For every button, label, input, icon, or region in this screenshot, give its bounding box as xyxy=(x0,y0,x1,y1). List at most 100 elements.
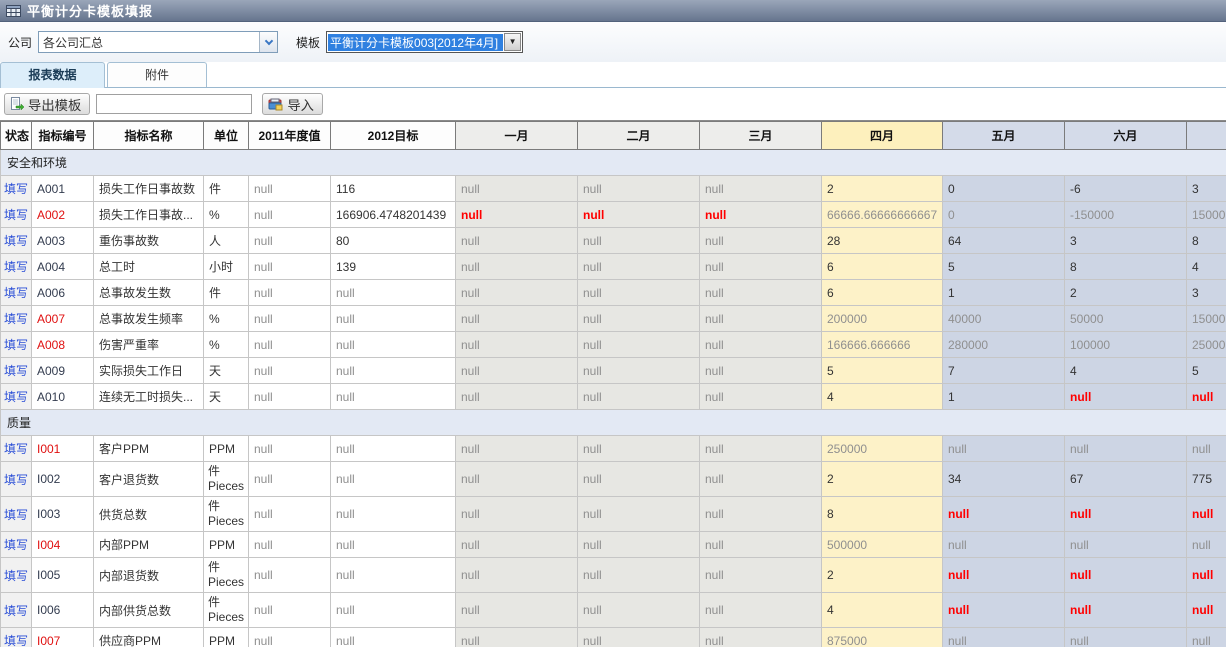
month-cell: null xyxy=(1065,497,1187,532)
month-cell: null xyxy=(700,306,822,332)
fill-link[interactable]: 填写 xyxy=(4,634,28,647)
import-file-input[interactable] xyxy=(96,94,252,114)
fill-link[interactable]: 填写 xyxy=(4,442,28,456)
company-select[interactable]: 各公司汇总 xyxy=(38,31,278,53)
scorecard-grid: 状态 指标编号 指标名称 单位 2011年度值 2012目标 一月 二月 三月 … xyxy=(0,120,1226,647)
unit-cell: PPM xyxy=(204,628,249,647)
name-cell: 客户退货数 xyxy=(94,462,204,497)
month-cell: null xyxy=(700,176,822,202)
fill-link[interactable]: 填写 xyxy=(4,260,28,274)
month-cell: 6 xyxy=(822,254,943,280)
code-cell: I004 xyxy=(32,532,94,558)
name-cell: 连续无工时损失... xyxy=(94,384,204,410)
status-cell: 填写 xyxy=(1,332,32,358)
month-cell: null xyxy=(578,628,700,647)
month-cell: 250000 xyxy=(822,436,943,462)
month-cell: null xyxy=(456,254,578,280)
month-cell: null xyxy=(578,384,700,410)
unit-cell: 件 xyxy=(204,280,249,306)
fill-link[interactable]: 填写 xyxy=(4,182,28,196)
table-row: 填写A001损失工作日事故数件null116nullnullnull20-63 xyxy=(1,176,1226,202)
col-header-jul xyxy=(1187,122,1226,150)
month-cell: null xyxy=(700,332,822,358)
template-dropdown-button[interactable]: ▼ xyxy=(504,33,521,51)
unit-cell: 件 Pieces xyxy=(204,462,249,497)
month-cell: -6 xyxy=(1065,176,1187,202)
code-cell: A010 xyxy=(32,384,94,410)
table-row: 填写A004总工时小时null139nullnullnull6584 xyxy=(1,254,1226,280)
month-cell: null xyxy=(1187,532,1226,558)
table-row: 填写I007供应商PPMPPMnullnullnullnullnull87500… xyxy=(1,628,1226,647)
month-cell: null xyxy=(700,497,822,532)
month-cell: 4 xyxy=(822,384,943,410)
fill-link[interactable]: 填写 xyxy=(4,508,28,522)
month-cell: null xyxy=(700,436,822,462)
fill-link[interactable]: 填写 xyxy=(4,473,28,487)
fill-link[interactable]: 填写 xyxy=(4,338,28,352)
month-cell: null xyxy=(943,558,1065,593)
month-cell: 50000 xyxy=(1065,306,1187,332)
y2011-cell: null xyxy=(249,332,331,358)
name-cell: 总事故发生频率 xyxy=(94,306,204,332)
month-cell: 2 xyxy=(822,558,943,593)
target-cell: 80 xyxy=(331,228,456,254)
target-cell: null xyxy=(331,593,456,628)
month-cell: 15000 xyxy=(1187,306,1226,332)
unit-cell: 天 xyxy=(204,358,249,384)
month-cell: null xyxy=(456,462,578,497)
name-cell: 损失工作日事故数 xyxy=(94,176,204,202)
fill-link[interactable]: 填写 xyxy=(4,569,28,583)
table-row: 填写I001客户PPMPPMnullnullnullnullnull250000… xyxy=(1,436,1226,462)
unit-cell: 天 xyxy=(204,384,249,410)
name-cell: 实际损失工作日 xyxy=(94,358,204,384)
y2011-cell: null xyxy=(249,176,331,202)
month-cell: 25000 xyxy=(1187,332,1226,358)
code-cell: A006 xyxy=(32,280,94,306)
tab-bar: 报表数据 附件 xyxy=(0,62,1226,88)
import-button[interactable]: 导入 xyxy=(262,93,323,115)
status-cell: 填写 xyxy=(1,384,32,410)
fill-link[interactable]: 填写 xyxy=(4,286,28,300)
month-cell: null xyxy=(1065,436,1187,462)
fill-link[interactable]: 填写 xyxy=(4,208,28,222)
export-template-button[interactable]: 导出模板 xyxy=(4,93,90,115)
status-cell: 填写 xyxy=(1,254,32,280)
y2011-cell: null xyxy=(249,462,331,497)
table-row: 填写A008伤害严重率%nullnullnullnullnull166666.6… xyxy=(1,332,1226,358)
toolbar: 导出模板 导入 xyxy=(0,88,1226,120)
fill-link[interactable]: 填写 xyxy=(4,604,28,618)
month-cell: null xyxy=(1065,558,1187,593)
fill-link[interactable]: 填写 xyxy=(4,364,28,378)
company-dropdown-button[interactable] xyxy=(259,32,277,52)
import-button-label: 导入 xyxy=(287,95,314,114)
target-cell: 166906.4748201439 xyxy=(331,202,456,228)
fill-link[interactable]: 填写 xyxy=(4,390,28,404)
code-cell: A009 xyxy=(32,358,94,384)
status-cell: 填写 xyxy=(1,306,32,332)
month-cell: null xyxy=(943,593,1065,628)
col-header-jun: 六月 xyxy=(1065,122,1187,150)
tab-attachments[interactable]: 附件 xyxy=(107,62,207,87)
y2011-cell: null xyxy=(249,202,331,228)
unit-cell: 人 xyxy=(204,228,249,254)
month-cell: null xyxy=(456,228,578,254)
table-row: 填写I006内部供货总数件 Piecesnullnullnullnullnull… xyxy=(1,593,1226,628)
month-cell: null xyxy=(578,176,700,202)
month-cell: null xyxy=(578,332,700,358)
unit-cell: 件 Pieces xyxy=(204,497,249,532)
month-cell: null xyxy=(700,558,822,593)
month-cell: 2 xyxy=(1065,280,1187,306)
month-cell: 4 xyxy=(1065,358,1187,384)
tab-report-data[interactable]: 报表数据 xyxy=(0,62,105,88)
fill-link[interactable]: 填写 xyxy=(4,312,28,326)
name-cell: 总事故发生数 xyxy=(94,280,204,306)
target-cell: null xyxy=(331,462,456,497)
unit-cell: 小时 xyxy=(204,254,249,280)
fill-link[interactable]: 填写 xyxy=(4,234,28,248)
y2011-cell: null xyxy=(249,358,331,384)
month-cell: 0 xyxy=(943,176,1065,202)
month-cell: 3 xyxy=(1187,280,1226,306)
template-select[interactable]: 平衡计分卡模板003[2012年4月] ▼ xyxy=(326,31,523,53)
month-cell: null xyxy=(700,228,822,254)
fill-link[interactable]: 填写 xyxy=(4,538,28,552)
